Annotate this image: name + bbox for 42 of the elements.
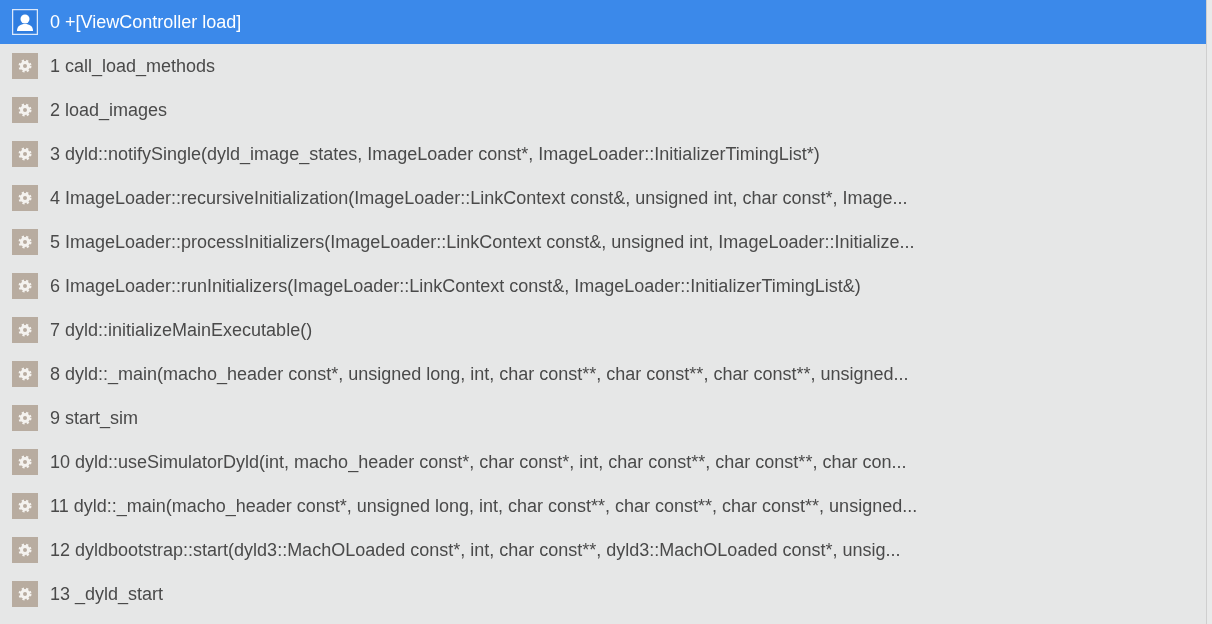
stack-frame-row[interactable]: 7 dyld::initializeMainExecutable() — [0, 308, 1206, 352]
stack-frame-row[interactable]: 12 dyldbootstrap::start(dyld3::MachOLoaded const*, int, char const**, dyld3::MachOLoaded const*, unsig... — [0, 528, 1206, 572]
gear-icon — [12, 229, 38, 255]
frame-label: 4 ImageLoader::recursiveInitialization(ImageLoader::LinkContext const&, unsigned int, char const*, Image... — [50, 186, 908, 210]
stack-frame-row[interactable]: 13 _dyld_start — [0, 572, 1206, 616]
gear-icon — [12, 405, 38, 431]
frame-label: 13 _dyld_start — [50, 582, 164, 607]
stack-frame-row[interactable]: 4 ImageLoader::recursiveInitialization(ImageLoader::LinkContext const&, unsigned int, char const*, Image... — [0, 176, 1206, 220]
gear-icon — [12, 317, 38, 343]
frame-label: 6 ImageLoader::runInitializers(ImageLoader::LinkContext const&, ImageLoader::InitializerTimingList&) — [50, 274, 861, 298]
gear-icon — [12, 97, 38, 123]
frame-label: 1 call_load_methods — [50, 54, 216, 79]
frame-label: 3 dyld::notifySingle(dyld_image_states, ImageLoader const*, ImageLoader::InitializerTimingList*) — [50, 142, 820, 167]
person-icon — [12, 9, 38, 35]
gear-icon — [12, 361, 38, 387]
stack-frame-row[interactable]: 9 start_sim — [0, 396, 1206, 440]
stack-frame-row[interactable]: 3 dyld::notifySingle(dyld_image_states, ImageLoader const*, ImageLoader::InitializerTimingList*) — [0, 132, 1206, 176]
frame-label: 11 dyld::_main(macho_header const*, unsigned long, int, char const**, char const**, char const**, unsigned... — [50, 494, 918, 519]
frame-label: 8 dyld::_main(macho_header const*, unsigned long, int, char const**, char const**, char const**, unsigned... — [50, 362, 909, 387]
gear-icon — [12, 53, 38, 79]
stack-frame-row[interactable]: 5 ImageLoader::processInitializers(ImageLoader::LinkContext const&, unsigned int, ImageLoader::Initialize... — [0, 220, 1206, 264]
frame-label: 2 load_images — [50, 98, 168, 123]
stack-frame-row[interactable]: 8 dyld::_main(macho_header const*, unsigned long, int, char const**, char const**, char const**, unsigned... — [0, 352, 1206, 396]
frame-label: 0 +[ViewController load] — [50, 10, 242, 34]
stack-frame-row[interactable]: 11 dyld::_main(macho_header const*, unsigned long, int, char const**, char const**, char const**, unsigned... — [0, 484, 1206, 528]
gear-icon — [12, 273, 38, 299]
stack-frame-row[interactable]: 10 dyld::useSimulatorDyld(int, macho_header const*, char const*, int, char const**, char const**, char con... — [0, 440, 1206, 484]
frame-label: 5 ImageLoader::processInitializers(ImageLoader::LinkContext const&, unsigned int, ImageLoader::Initialize... — [50, 230, 915, 254]
frame-label: 9 start_sim — [50, 406, 139, 431]
gear-icon — [12, 141, 38, 167]
frame-label: 12 dyldbootstrap::start(dyld3::MachOLoaded const*, int, char const**, dyld3::MachOLoaded const*, unsig... — [50, 538, 901, 562]
gear-icon — [12, 185, 38, 211]
gear-icon — [12, 449, 38, 475]
frame-label: 10 dyld::useSimulatorDyld(int, macho_header const*, char const*, int, char const**, char const**, char con... — [50, 450, 907, 475]
stack-frame-row[interactable]: 6 ImageLoader::runInitializers(ImageLoader::LinkContext const&, ImageLoader::InitializerTimingList&) — [0, 264, 1206, 308]
stack-frame-row[interactable]: 1 call_load_methods — [0, 44, 1206, 88]
gear-icon — [12, 493, 38, 519]
stack-frame-row[interactable]: 2 load_images — [0, 88, 1206, 132]
stack-frame-row[interactable]: 0 +[ViewController load] — [0, 0, 1206, 44]
frame-label: 7 dyld::initializeMainExecutable() — [50, 318, 313, 342]
gear-icon — [12, 537, 38, 563]
gear-icon — [12, 581, 38, 607]
